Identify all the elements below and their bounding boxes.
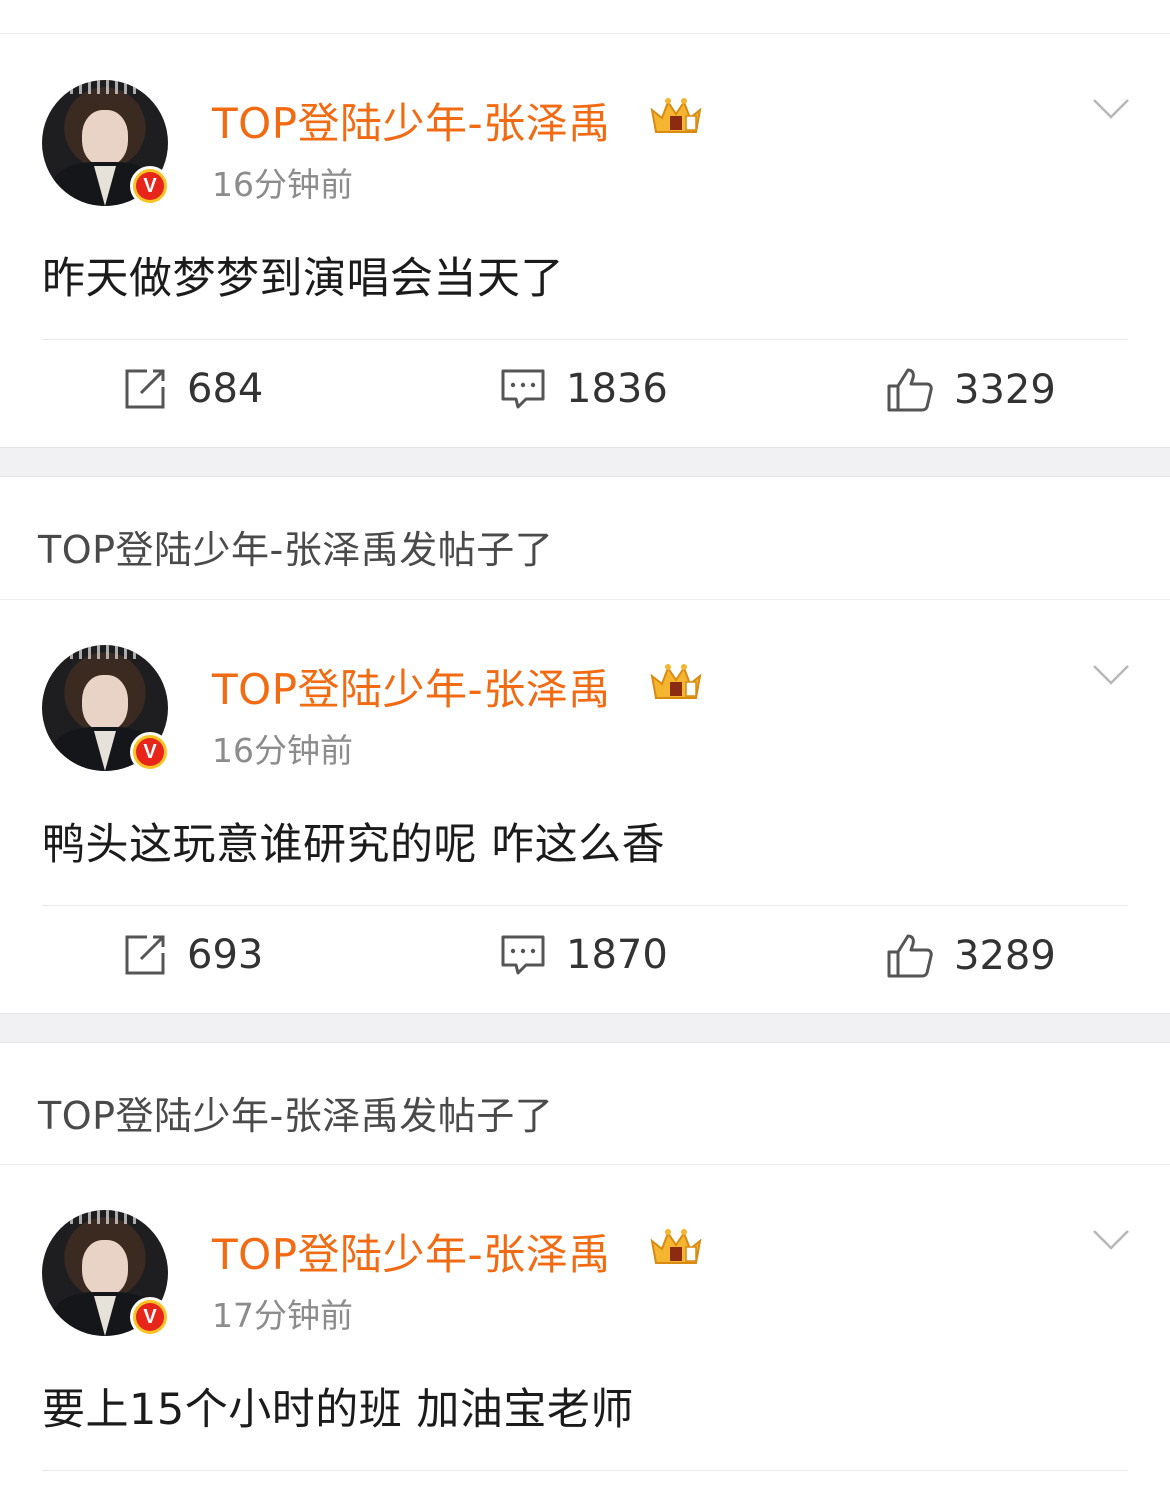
crown-icon (650, 1229, 702, 1264)
top-divider (0, 33, 1170, 34)
comment-count: 1870 (566, 932, 668, 978)
like-icon (887, 368, 933, 412)
feed-gap (0, 1013, 1170, 1043)
divider (42, 1470, 1128, 1471)
repost-button[interactable]: 684 (123, 366, 263, 412)
verified-icon: V (130, 1297, 170, 1337)
post-time: 16分钟前 (212, 165, 353, 204)
header-divider (0, 1164, 1170, 1165)
post-text: 鸭头这玩意谁研究的呢 咋这么香 (42, 820, 666, 870)
comment-button[interactable]: 1836 (500, 366, 668, 412)
crown-icon (650, 664, 702, 699)
author-name[interactable]: TOP登陆少年-张泽禹 (212, 1221, 611, 1282)
post-text: 要上15个小时的班 加油宝老师 (42, 1385, 634, 1435)
author-name[interactable]: TOP登陆少年-张泽禹 (212, 656, 611, 717)
post-time: 16分钟前 (212, 731, 353, 770)
comment-count: 1836 (566, 366, 668, 412)
feed-gap (0, 447, 1170, 477)
post-header[interactable]: TOP登陆少年-张泽禹发帖子了 (38, 519, 553, 574)
divider (42, 905, 1128, 906)
divider (42, 339, 1128, 340)
repost-count: 684 (187, 366, 264, 412)
repost-icon (125, 935, 165, 975)
post-time: 17分钟前 (212, 1296, 353, 1335)
header-divider (0, 599, 1170, 600)
repost-icon (125, 369, 165, 409)
post-text: 昨天做梦梦到演唱会当天了 (42, 254, 564, 304)
comment-icon (501, 935, 545, 975)
repost-button[interactable]: 693 (123, 932, 263, 978)
comment-icon (501, 369, 545, 409)
like-button[interactable]: 3329 (886, 366, 1056, 414)
crown-icon (650, 98, 702, 133)
repost-count: 693 (187, 932, 264, 978)
chevron-down-icon[interactable] (1092, 98, 1130, 120)
like-count: 3329 (954, 367, 1056, 413)
post-header[interactable]: TOP登陆少年-张泽禹发帖子了 (38, 1085, 553, 1140)
like-icon (887, 934, 933, 978)
like-button[interactable]: 3289 (886, 932, 1056, 980)
verified-icon: V (130, 732, 170, 772)
like-count: 3289 (954, 933, 1056, 979)
verified-icon: V (130, 166, 170, 206)
chevron-down-icon[interactable] (1092, 664, 1130, 686)
chevron-down-icon[interactable] (1092, 1229, 1130, 1251)
author-name[interactable]: TOP登陆少年-张泽禹 (212, 90, 611, 151)
comment-button[interactable]: 1870 (500, 932, 668, 978)
